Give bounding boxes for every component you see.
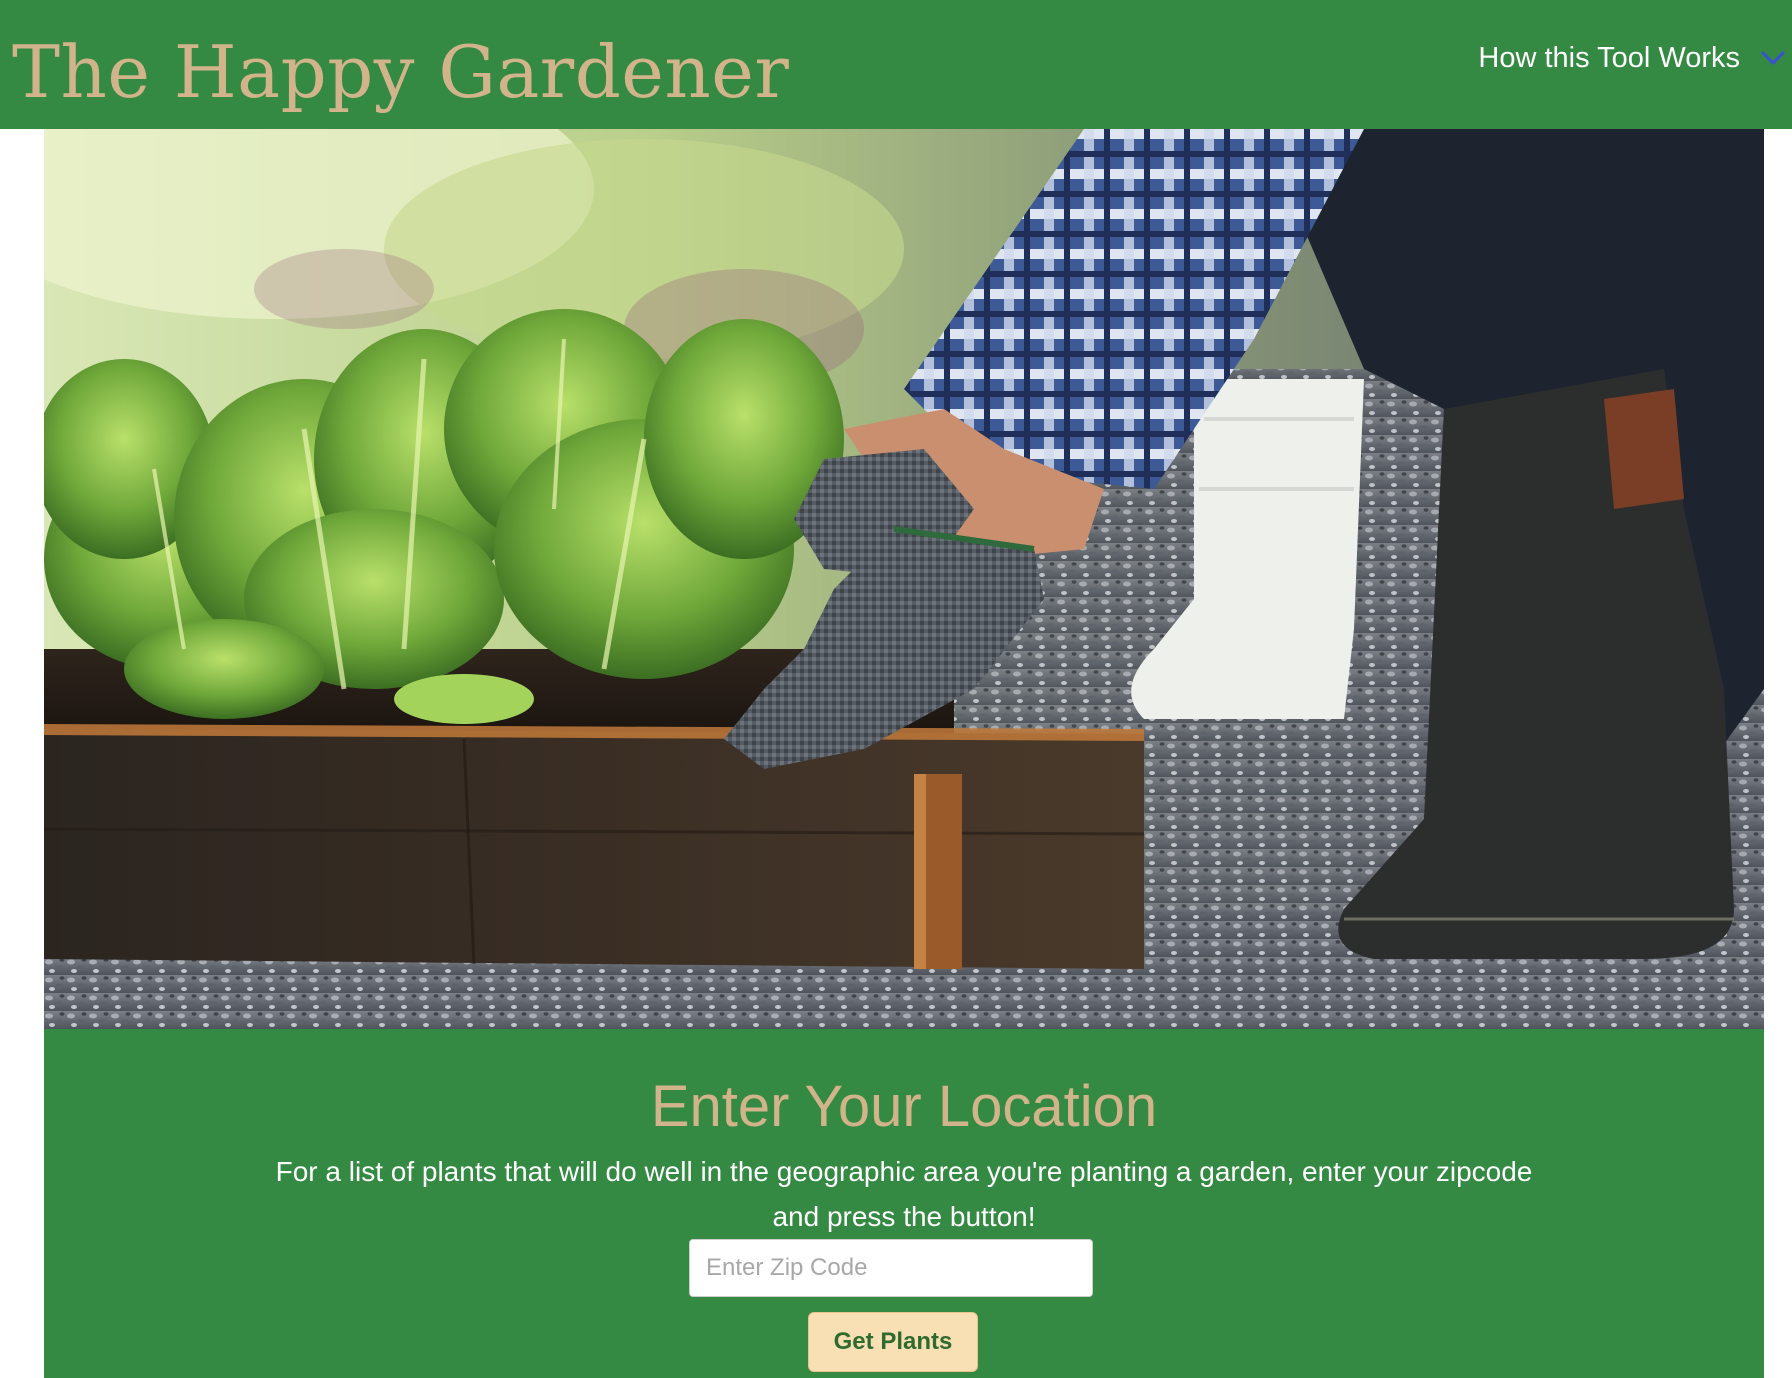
location-description: For a list of plants that will do well i… [275, 1156, 1533, 1232]
how-tool-works-label: How this Tool Works [1478, 41, 1740, 74]
chevron-down-icon [1758, 43, 1788, 73]
location-panel: Enter Your Location For a list of plants… [44, 1029, 1764, 1378]
site-title: The Happy Gardener [12, 30, 790, 114]
garden-photo [44, 129, 1764, 1029]
top-navbar: The Happy Gardener How this Tool Works [0, 0, 1792, 129]
how-tool-works-dropdown[interactable]: How this Tool Works [1478, 38, 1788, 78]
zip-code-input[interactable] [689, 1239, 1093, 1297]
location-heading: Enter Your Location [650, 1074, 1158, 1139]
get-plants-button[interactable]: Get Plants [808, 1312, 978, 1372]
hero-garden-image [44, 129, 1764, 1029]
